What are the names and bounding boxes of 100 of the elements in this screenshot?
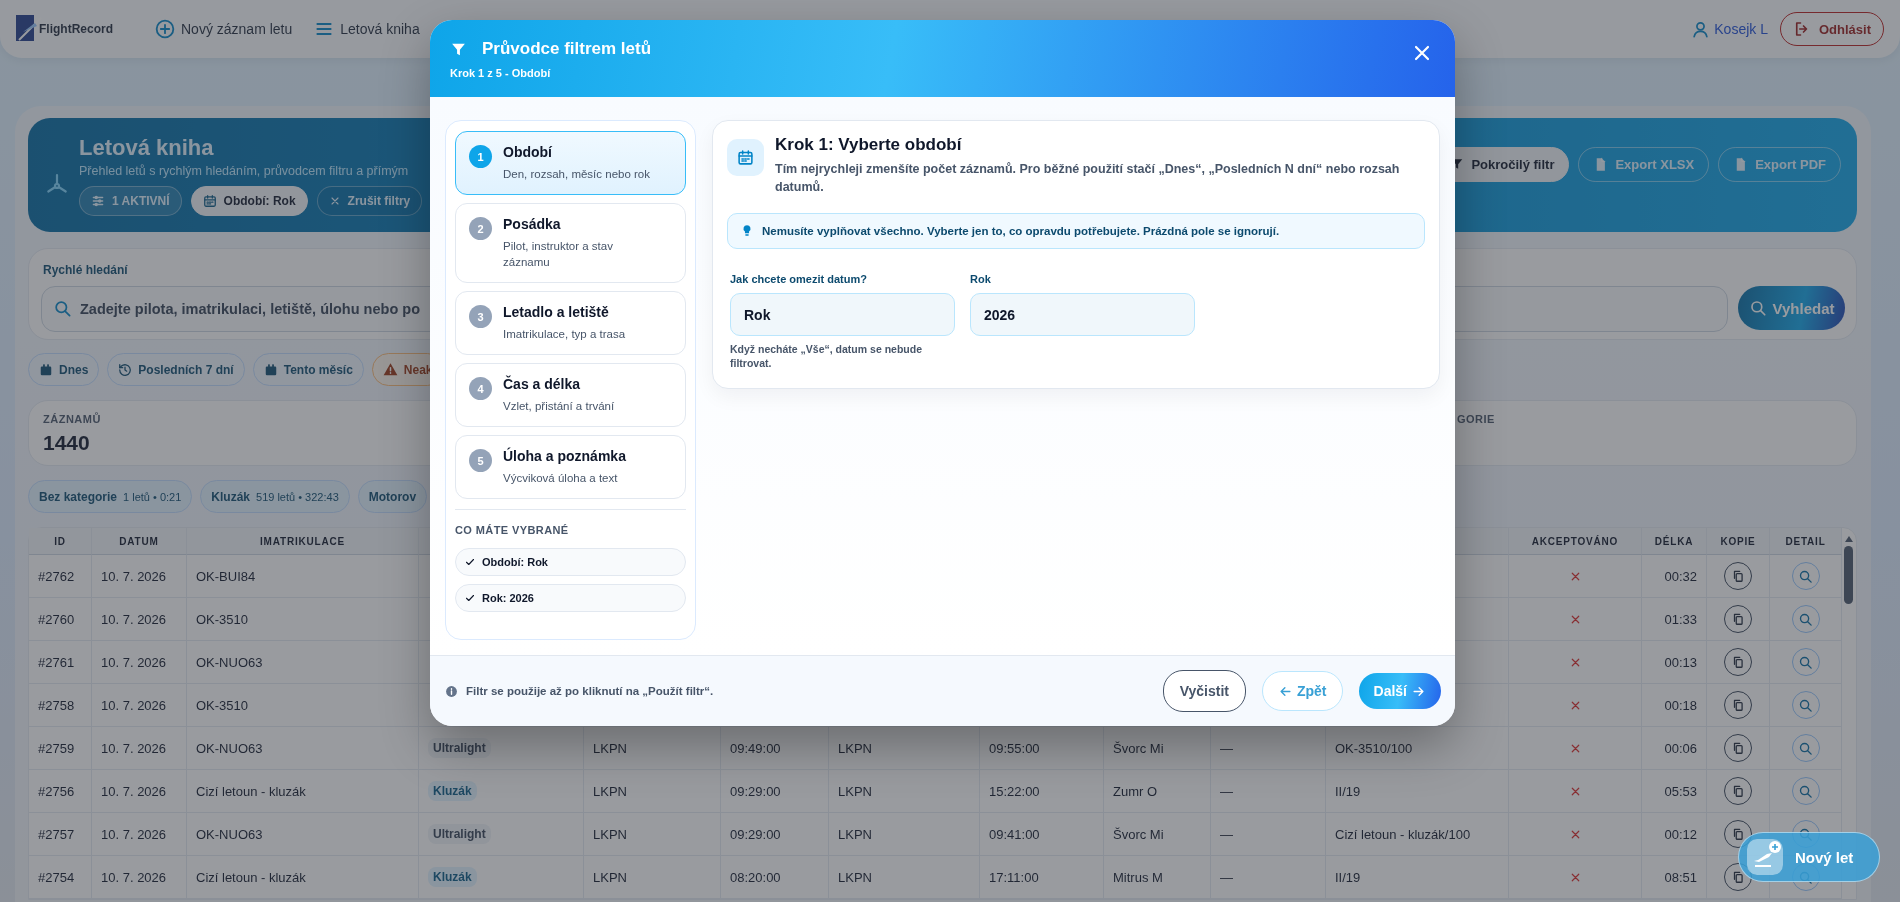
copy-button[interactable] <box>1724 777 1752 805</box>
table-cell: 09:41:00 <box>980 813 1104 856</box>
detail-button[interactable] <box>1791 562 1820 590</box>
column-header: AKCEPTOVÁNO <box>1509 528 1642 555</box>
user-name: Kosejk L <box>1714 21 1768 37</box>
nav-link[interactable]: Nový záznam letu <box>155 19 293 39</box>
table-cell: #2757 <box>29 813 92 856</box>
table-cell: 08:51 <box>1642 856 1707 899</box>
page-title: Letová kniha <box>79 134 214 161</box>
table-cell: 09:29:00 <box>721 813 829 856</box>
copy-button[interactable] <box>1724 562 1752 590</box>
nav-link[interactable]: Letová kniha <box>314 19 420 39</box>
table-cell: 00:32 <box>1642 555 1707 598</box>
table-cell: #2754 <box>29 856 92 899</box>
table-cell: 10. 7. 2026 <box>92 856 187 899</box>
tip-text: Nemusíte vyplňovat všechno. Vyberte jen to, co opravdu potřebujete. Prázdná pole se ignorují. <box>762 225 1280 237</box>
table-cell: LKPN <box>584 856 721 899</box>
column-header: DATUM <box>92 528 187 555</box>
wizard-step[interactable]: 5 Úloha a poznámka Výcviková úloha a text <box>455 435 686 499</box>
calendar-icon <box>202 193 217 208</box>
table-cell: 10. 7. 2026 <box>92 813 187 856</box>
table-cell: 00:12 <box>1642 813 1707 856</box>
table-cell: 00:06 <box>1642 727 1707 770</box>
table-cell: LKPN <box>829 813 980 856</box>
wizard-step[interactable]: 3 Letadlo a letiště Imatrikulace, typ a trasa <box>455 291 686 355</box>
detail-button[interactable] <box>1791 648 1820 676</box>
new-flight-button[interactable]: Nový let <box>1738 832 1880 882</box>
detail-button[interactable] <box>1791 734 1820 762</box>
detail-button[interactable] <box>1791 605 1820 633</box>
clear-button[interactable]: Vyčistit <box>1162 670 1246 712</box>
table-cell: #2758 <box>29 684 92 727</box>
copy-icon <box>1731 569 1745 583</box>
table-cell: — <box>1211 813 1326 856</box>
search-icon <box>1798 568 1813 584</box>
check-icon <box>464 592 476 604</box>
calendar-icon <box>39 362 53 377</box>
column-header: IMATRIKULACE <box>187 528 419 555</box>
wizard-step[interactable]: 1 Období Den, rozsah, měsíc nebo rok <box>455 131 686 195</box>
copy-icon <box>1731 655 1745 669</box>
category-chip[interactable]: Kluzák 519 letů • 322:43 <box>200 480 350 513</box>
quick-filter-chip[interactable]: Posledních 7 dní <box>107 353 245 386</box>
table-cell: Švorc Mi <box>1104 727 1211 770</box>
table-cell: LKPN <box>584 770 721 813</box>
detail-button[interactable] <box>1791 777 1820 805</box>
table-cell: 10. 7. 2026 <box>92 555 187 598</box>
date-mode-field[interactable]: Rok <box>730 293 955 336</box>
stat-label: ZÁZNAMŮ <box>43 413 101 425</box>
category-chip[interactable]: Motorov <box>357 480 428 513</box>
back-button[interactable]: Zpět <box>1261 671 1343 711</box>
copy-icon <box>1731 698 1745 712</box>
table-cell: OK-NUO63 <box>187 727 419 770</box>
search-icon <box>1748 299 1767 317</box>
history-icon <box>118 362 133 377</box>
table-cell: 09:49:00 <box>721 727 829 770</box>
search-icon <box>1798 783 1813 799</box>
table-cell: #2761 <box>29 641 92 684</box>
table-cell: 09:55:00 <box>980 727 1104 770</box>
scrollbar[interactable] <box>1844 536 1853 606</box>
search-button[interactable]: Vyhledat <box>1738 286 1845 330</box>
copy-button[interactable] <box>1724 734 1752 762</box>
table-cell: LKPN <box>584 813 721 856</box>
check-icon <box>464 556 476 568</box>
logout-button[interactable]: Odhlásit <box>1780 12 1884 46</box>
table-cell: Mitrus M <box>1104 856 1211 899</box>
search-icon <box>1798 654 1813 670</box>
table-cell: 08:20:00 <box>721 856 829 899</box>
detail-button[interactable] <box>1791 691 1820 719</box>
copy-icon <box>1731 741 1745 755</box>
table-cell: II/19 <box>1326 770 1509 813</box>
table-cell: 09:29:00 <box>721 770 829 813</box>
category-chip[interactable]: Bez kategorie 1 letů • 0:21 <box>28 480 193 513</box>
wizard-subtitle: Krok 1 z 5 - Období <box>450 67 552 79</box>
table-cell: OK-BUI84 <box>187 555 419 598</box>
table-cell: Švorc Mi <box>1104 813 1211 856</box>
wizard-step[interactable]: 4 Čas a délka Vzlet, přistání a trvání <box>455 363 686 427</box>
table-cell: OK-3510/100 <box>1326 727 1509 770</box>
active-filters-text: 1 AKTIVNÍ <box>112 193 170 208</box>
copy-icon <box>1731 870 1745 884</box>
next-button[interactable]: Další <box>1358 673 1441 709</box>
column-header: DÉLKA <box>1642 528 1707 555</box>
selection-text: Rok: 2026 <box>482 592 534 604</box>
copy-button[interactable] <box>1724 648 1752 676</box>
year-field[interactable]: 2026 <box>970 293 1195 336</box>
field-hint: Když necháte „Vše“, datum se nebude filtrovat. <box>730 342 923 370</box>
search-icon <box>1798 611 1813 627</box>
summary-title: CO MÁTE VYBRANÉ <box>455 524 570 536</box>
search-icon <box>1798 697 1813 713</box>
quick-filter-chip[interactable]: Dnes <box>28 353 100 386</box>
wizard-step[interactable]: 2 Posádka Pilot, instruktor a stav záznamu <box>455 203 686 283</box>
copy-button[interactable] <box>1724 605 1752 633</box>
warning-icon <box>382 362 398 377</box>
column-header: ID <box>29 528 92 555</box>
step-description: Tím nejrychleji zmenšíte počet záznamů. Pro běžné použití stačí „Dnes“, „Posledních N dní“ nebo rozsah datumů. <box>775 161 1401 196</box>
copy-button[interactable] <box>1724 691 1752 719</box>
table-cell: 00:13 <box>1642 641 1707 684</box>
filter-chip[interactable]: Období: Rok <box>190 185 308 216</box>
quick-filter-chip[interactable]: Tento měsíc <box>252 353 364 386</box>
step-title: Krok 1: Vyberte období <box>775 135 963 155</box>
table-cell: Cizí letoun - kluzák/100 <box>1326 813 1509 856</box>
copy-icon <box>1731 612 1745 626</box>
